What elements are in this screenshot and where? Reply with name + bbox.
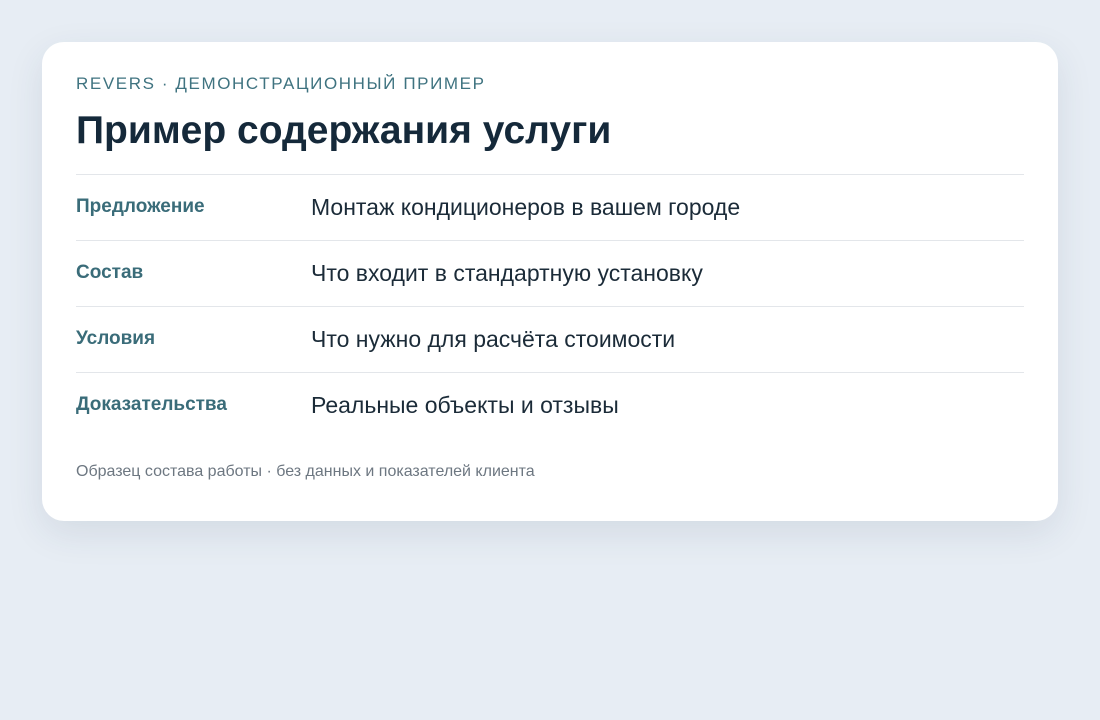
detail-row-label: Состав (76, 262, 144, 283)
detail-row-value: Что входит в стандартную установку (311, 260, 703, 286)
detail-row-conditions: Условия Что нужно для расчёта стоимости (76, 307, 1024, 373)
service-card: REVERS · ДЕМОНСТРАЦИОННЫЙ ПРИМЕР Пример … (42, 42, 1058, 521)
footer-note: Образец состава работы · без данных и по… (76, 463, 535, 480)
detail-row-label: Доказательства (76, 394, 227, 415)
detail-row-composition: Состав Что входит в стандартную установк… (76, 241, 1024, 307)
detail-row-value: Что нужно для расчёта стоимости (311, 326, 676, 352)
detail-row-label: Условия (76, 328, 156, 349)
detail-row-value: Монтаж кондиционеров в вашем городе (311, 194, 741, 220)
detail-row-offer: Предложение Монтаж кондиционеров в вашем… (76, 175, 1024, 241)
detail-row-value: Реальные объекты и отзывы (311, 392, 619, 418)
eyebrow-label: REVERS · ДЕМОНСТРАЦИОННЫЙ ПРИМЕР (76, 74, 486, 93)
detail-row-label: Предложение (76, 196, 205, 217)
service-details-list: Предложение Монтаж кондиционеров в вашем… (76, 174, 1024, 439)
detail-row-evidence: Доказательства Реальные объекты и отзывы (76, 373, 1024, 439)
page-title: Пример содержания услуги (76, 109, 612, 152)
